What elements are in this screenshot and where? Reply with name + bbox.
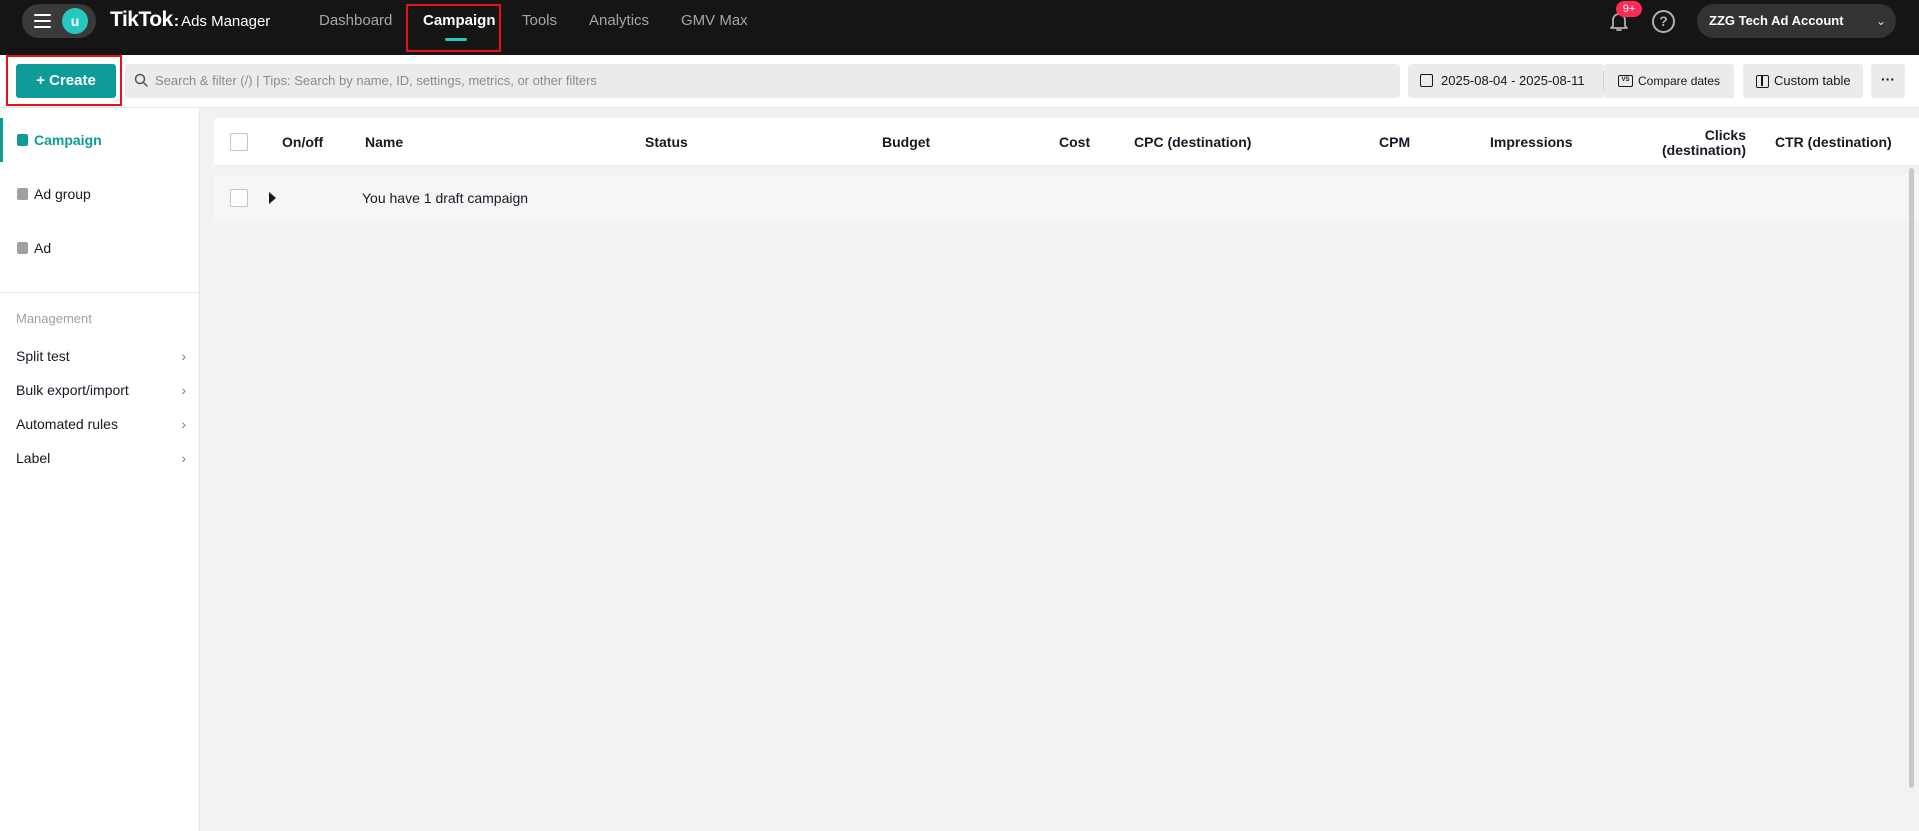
sidebar-divider <box>0 292 199 293</box>
custom-table-button[interactable]: Custom table <box>1743 64 1863 98</box>
column-header-name[interactable]: Name <box>365 118 403 166</box>
brand-product: Ads Manager <box>181 13 271 30</box>
column-header-impressions[interactable]: Impressions <box>1490 118 1572 166</box>
sidebar: Campaign Ad group Ad Management Split te… <box>0 108 200 831</box>
sidebar-item-campaign[interactable]: Campaign <box>0 118 199 162</box>
more-options-button[interactable]: ··· <box>1871 64 1905 98</box>
sidebar-item-bulk-export-import[interactable]: Bulk export/import › <box>16 375 186 405</box>
draft-campaign-text[interactable]: You have 1 draft campaign <box>362 175 528 221</box>
column-header-cpm[interactable]: CPM <box>1379 118 1410 166</box>
sidebar-item-label: Campaign <box>34 132 102 148</box>
nav-analytics[interactable]: Analytics <box>589 0 649 42</box>
sidebar-item-label: Bulk export/import <box>16 382 129 398</box>
sidebar-item-label: Split test <box>16 348 70 364</box>
compare-icon: VS <box>1618 75 1633 87</box>
column-header-budget[interactable]: Budget <box>882 118 930 166</box>
sidebar-item-label: Label <box>16 450 51 466</box>
avatar[interactable]: u <box>62 8 88 34</box>
top-navigation-bar: u TikTok: Ads Manager Dashboard Campaign … <box>0 0 1919 55</box>
toolbar: + Create Search & filter (/) | Tips: Sea… <box>0 55 1919 108</box>
folder-icon <box>17 134 28 146</box>
sidebar-item-ad[interactable]: Ad <box>0 226 199 270</box>
account-selector[interactable]: ZZG Tech Ad Account ⌄ <box>1697 4 1896 38</box>
brand-tiktok: TikTok <box>110 8 173 31</box>
ad-icon <box>17 242 28 254</box>
column-header-ctr[interactable]: CTR (destination) <box>1775 118 1892 166</box>
select-all-checkbox[interactable] <box>230 133 248 151</box>
brand-logo[interactable]: TikTok: Ads Manager <box>110 8 270 32</box>
custom-table-label: Custom table <box>1774 73 1851 88</box>
chevron-right-icon: › <box>181 450 186 466</box>
notification-badge: 9+ <box>1616 1 1642 17</box>
nav-gmv-max[interactable]: GMV Max <box>681 0 748 42</box>
column-header-cost[interactable]: Cost <box>1059 118 1090 166</box>
ad-group-icon <box>17 188 28 200</box>
nav-dashboard[interactable]: Dashboard <box>319 0 392 42</box>
row-checkbox[interactable] <box>230 189 248 207</box>
search-icon <box>134 73 148 87</box>
date-range-picker[interactable]: 2025-08-04 - 2025-08-11 <box>1408 64 1604 98</box>
column-header-clicks[interactable]: Clicks (destination) <box>1646 128 1746 176</box>
chevron-right-icon: › <box>181 348 186 364</box>
sidebar-item-split-test[interactable]: Split test › <box>16 341 186 371</box>
column-header-status[interactable]: Status <box>645 118 688 166</box>
compare-dates-label: Compare dates <box>1638 74 1721 88</box>
sidebar-item-automated-rules[interactable]: Automated rules › <box>16 409 186 439</box>
column-header-cpc[interactable]: CPC (destination) <box>1134 118 1251 166</box>
nav-tools[interactable]: Tools <box>522 0 557 42</box>
search-input[interactable]: Search & filter (/) | Tips: Search by na… <box>125 64 1400 98</box>
menu-toggle[interactable]: u <box>22 4 96 38</box>
columns-icon <box>1756 75 1769 88</box>
expand-caret-icon[interactable] <box>269 192 276 204</box>
compare-dates-button[interactable]: VS Compare dates <box>1604 64 1734 98</box>
table-header: On/off Name Status Budget Cost CPC (dest… <box>214 118 1919 166</box>
management-heading: Management <box>16 311 92 326</box>
sidebar-item-label: Automated rules <box>16 416 118 432</box>
brand-separator: : <box>173 13 180 30</box>
chevron-right-icon: › <box>181 382 186 398</box>
account-name: ZZG Tech Ad Account <box>1709 13 1844 28</box>
campaign-table: On/off Name Status Budget Cost CPC (dest… <box>214 118 1919 221</box>
date-range-text: 2025-08-04 - 2025-08-11 <box>1441 73 1585 88</box>
calendar-icon <box>1420 74 1433 87</box>
sidebar-item-label: Ad group <box>34 186 91 202</box>
table-row: You have 1 draft campaign <box>214 175 1919 221</box>
create-button[interactable]: + Create <box>16 64 116 98</box>
sidebar-item-label-menu[interactable]: Label › <box>16 443 186 473</box>
column-header-on-off[interactable]: On/off <box>282 118 323 166</box>
highlight-box-campaign <box>406 4 501 52</box>
column-header-clicks-line2: (destination) <box>1662 142 1746 158</box>
chevron-right-icon: › <box>181 416 186 432</box>
search-placeholder: Search & filter (/) | Tips: Search by na… <box>155 73 597 88</box>
column-header-clicks-line1: Clicks <box>1704 127 1746 143</box>
hamburger-icon[interactable] <box>34 14 51 28</box>
vertical-scrollbar[interactable] <box>1909 168 1914 788</box>
sidebar-item-ad-group[interactable]: Ad group <box>0 172 199 216</box>
sidebar-item-label: Ad <box>34 240 52 256</box>
help-icon[interactable]: ? <box>1652 10 1675 33</box>
chevron-down-icon: ⌄ <box>1875 14 1886 28</box>
